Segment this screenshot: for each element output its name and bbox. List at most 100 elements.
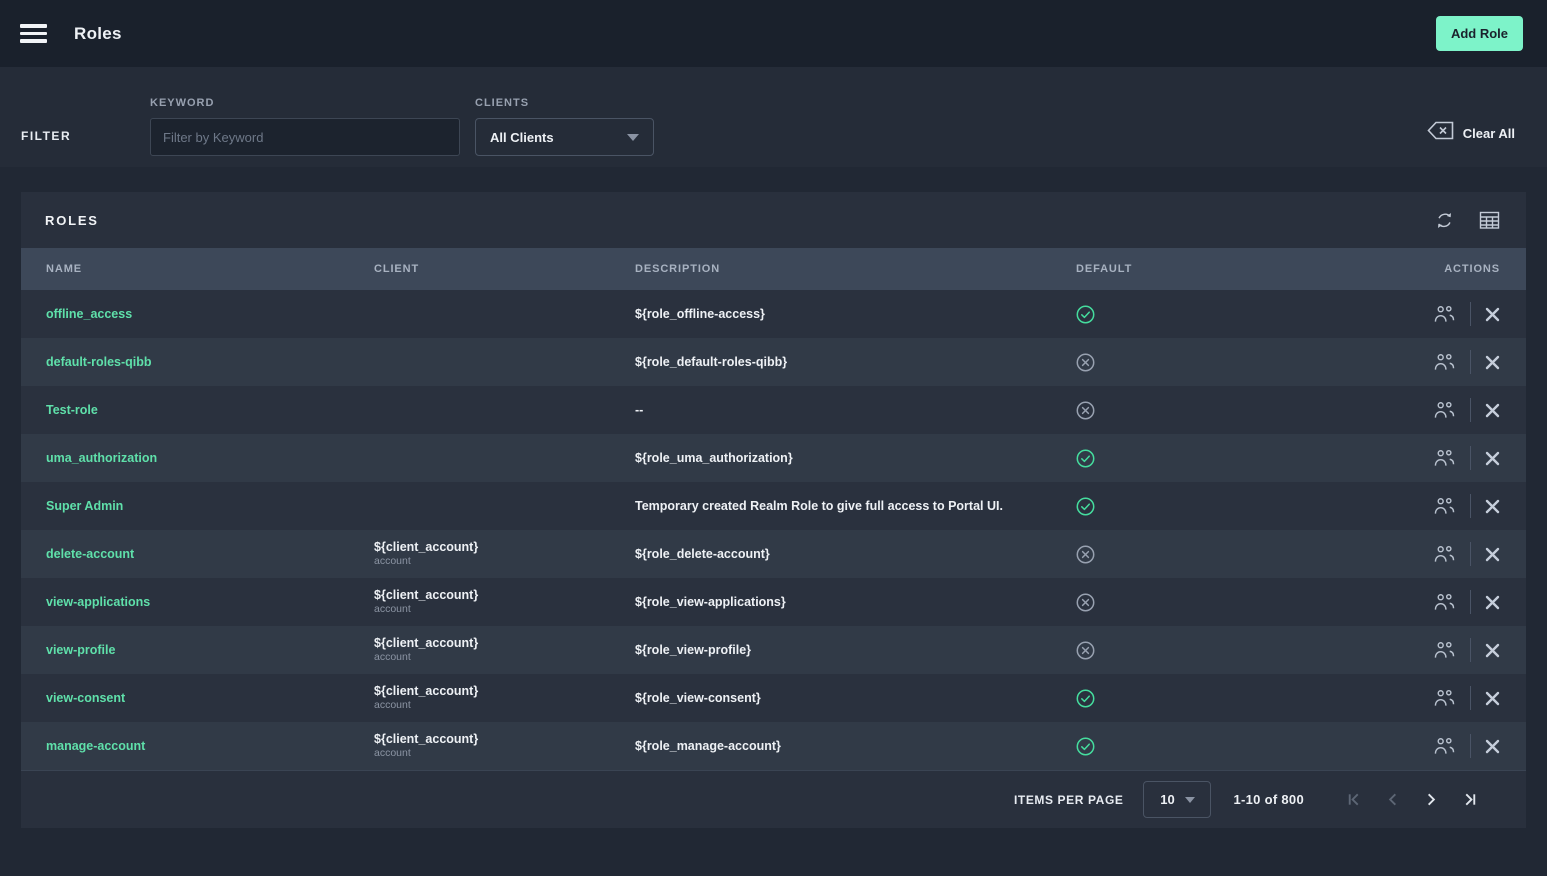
role-name-link[interactable]: offline_access — [46, 307, 374, 321]
actions-divider — [1470, 686, 1471, 710]
table-row: default-roles-qibb ${role_default-roles-… — [21, 338, 1526, 386]
actions-divider — [1470, 638, 1471, 662]
default-false-icon — [1076, 593, 1095, 612]
client-sub-label: account — [374, 699, 635, 713]
manage-users-icon[interactable] — [1433, 400, 1456, 420]
actions-divider — [1470, 494, 1471, 518]
manage-users-icon[interactable] — [1433, 304, 1456, 324]
items-per-page-label: ITEMS PER PAGE — [1014, 793, 1124, 807]
first-page-button[interactable] — [1334, 791, 1373, 808]
delete-role-icon[interactable] — [1485, 739, 1500, 754]
default-false-icon — [1076, 353, 1095, 372]
chevron-down-icon — [627, 134, 639, 141]
role-name-link[interactable]: uma_authorization — [46, 451, 374, 465]
delete-role-icon[interactable] — [1485, 355, 1500, 370]
role-name-link[interactable]: view-profile — [46, 643, 374, 657]
clear-backspace-icon — [1427, 121, 1454, 145]
clients-field-group: CLIENTS All Clients — [475, 97, 654, 156]
page-size-value: 10 — [1160, 792, 1174, 807]
manage-users-icon[interactable] — [1433, 496, 1456, 516]
client-sub-label: account — [374, 555, 635, 569]
delete-role-icon[interactable] — [1485, 691, 1500, 706]
manage-users-icon[interactable] — [1433, 736, 1456, 756]
actions-divider — [1470, 590, 1471, 614]
role-description: ${role_view-consent} — [635, 691, 1076, 705]
manage-users-icon[interactable] — [1433, 640, 1456, 660]
client-name: ${client_account} — [374, 635, 635, 651]
delete-role-icon[interactable] — [1485, 307, 1500, 322]
actions-divider — [1470, 302, 1471, 326]
pagination-range: 1-10 of 800 — [1233, 792, 1304, 807]
manage-users-icon[interactable] — [1433, 688, 1456, 708]
manage-users-icon[interactable] — [1433, 352, 1456, 372]
role-description: -- — [635, 403, 1076, 417]
role-name-link[interactable]: view-applications — [46, 595, 374, 609]
default-true-icon — [1076, 737, 1095, 756]
table-row: Super Admin Temporary created Realm Role… — [21, 482, 1526, 530]
role-name-link[interactable]: Super Admin — [46, 499, 374, 513]
role-name-link[interactable]: default-roles-qibb — [46, 355, 374, 369]
actions-divider — [1470, 734, 1471, 758]
default-true-icon — [1076, 689, 1095, 708]
delete-role-icon[interactable] — [1485, 451, 1500, 466]
column-header-actions: ACTIONS — [1276, 263, 1526, 275]
client-name: ${client_account} — [374, 731, 635, 747]
default-true-icon — [1076, 449, 1095, 468]
role-description: ${role_delete-account} — [635, 547, 1076, 561]
column-header-default: DEFAULT — [1076, 263, 1276, 275]
manage-users-icon[interactable] — [1433, 448, 1456, 468]
pagination-nav — [1334, 791, 1490, 808]
table-row: view-consent ${client_account} account $… — [21, 674, 1526, 722]
next-page-button[interactable] — [1412, 791, 1451, 808]
table-body: offline_access ${role_offline-access} — [21, 290, 1526, 771]
keyword-field-group: KEYWORD — [150, 97, 460, 156]
add-role-button[interactable]: Add Role — [1436, 16, 1523, 51]
menu-icon[interactable] — [20, 24, 47, 43]
table-view-icon[interactable] — [1479, 211, 1500, 230]
manage-users-icon[interactable] — [1433, 592, 1456, 612]
default-false-icon — [1076, 401, 1095, 420]
default-false-icon — [1076, 641, 1095, 660]
page-title: Roles — [74, 24, 122, 44]
delete-role-icon[interactable] — [1485, 499, 1500, 514]
default-false-icon — [1076, 545, 1095, 564]
keyword-search-input[interactable] — [150, 118, 460, 156]
role-name-link[interactable]: view-consent — [46, 691, 374, 705]
delete-role-icon[interactable] — [1485, 595, 1500, 610]
top-bar: Roles Add Role — [0, 0, 1547, 67]
filter-section: FILTER KEYWORD CLIENTS All Clients Clear… — [0, 67, 1547, 167]
delete-role-icon[interactable] — [1485, 403, 1500, 418]
role-description: ${role_manage-account} — [635, 739, 1076, 753]
delete-role-icon[interactable] — [1485, 643, 1500, 658]
pagination-bar: ITEMS PER PAGE 10 1-10 of 800 — [21, 771, 1526, 828]
page-size-select[interactable]: 10 — [1143, 781, 1211, 818]
role-name-link[interactable]: Test-role — [46, 403, 374, 417]
client-sub-label: account — [374, 651, 635, 665]
clients-select-value: All Clients — [490, 130, 554, 145]
last-page-button[interactable] — [1451, 791, 1490, 808]
role-name-link[interactable]: delete-account — [46, 547, 374, 561]
client-sub-label: account — [374, 747, 635, 761]
previous-page-button[interactable] — [1373, 791, 1412, 808]
client-name: ${client_account} — [374, 539, 635, 555]
role-description: Temporary created Realm Role to give ful… — [635, 499, 1076, 513]
clients-select[interactable]: All Clients — [475, 118, 654, 156]
client-name: ${client_account} — [374, 587, 635, 603]
table-row: view-applications ${client_account} acco… — [21, 578, 1526, 626]
chevron-down-icon — [1185, 797, 1195, 803]
table-row: view-profile ${client_account} account $… — [21, 626, 1526, 674]
role-name-link[interactable]: manage-account — [46, 739, 374, 753]
client-sub-label: account — [374, 603, 635, 617]
manage-users-icon[interactable] — [1433, 544, 1456, 564]
default-true-icon — [1076, 497, 1095, 516]
roles-card-header: ROLES — [21, 192, 1526, 248]
refresh-icon[interactable] — [1434, 210, 1455, 231]
main-content: ROLES NAME CLIENT DESCR — [0, 167, 1547, 828]
clear-all-button[interactable]: Clear All — [1427, 121, 1515, 145]
delete-role-icon[interactable] — [1485, 547, 1500, 562]
roles-card: ROLES NAME CLIENT DESCR — [21, 192, 1526, 828]
actions-divider — [1470, 542, 1471, 566]
table-row: offline_access ${role_offline-access} — [21, 290, 1526, 338]
clear-all-label: Clear All — [1463, 126, 1515, 141]
table-row: Test-role -- — [21, 386, 1526, 434]
